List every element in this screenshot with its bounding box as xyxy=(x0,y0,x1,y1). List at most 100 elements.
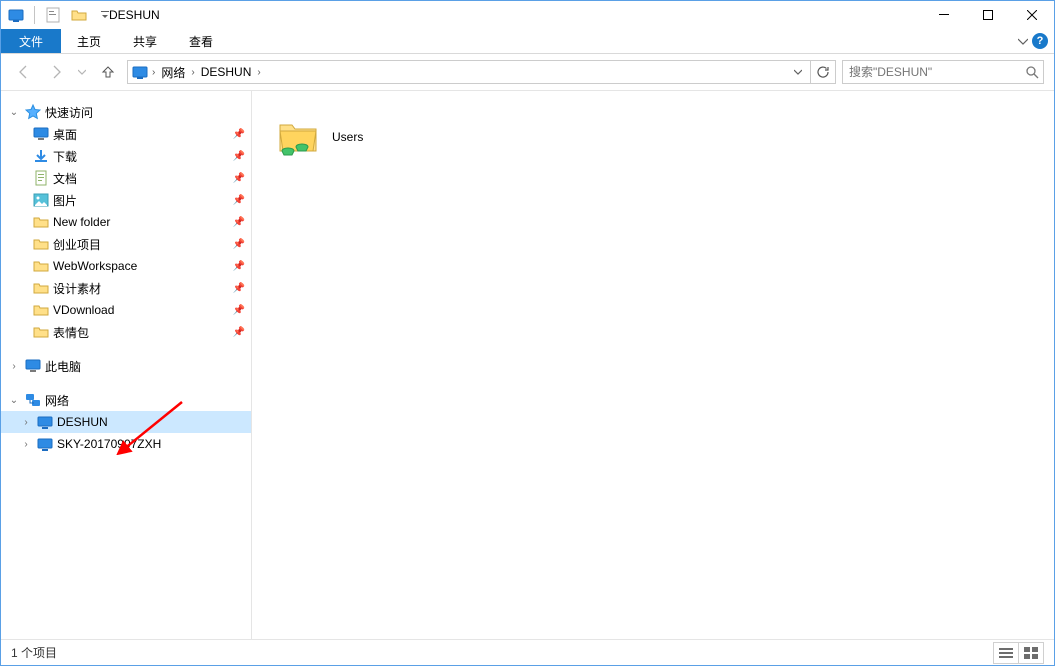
tree-label: WebWorkspace xyxy=(53,259,229,273)
minimize-button[interactable] xyxy=(922,1,966,29)
app-icon xyxy=(5,4,27,26)
pin-icon: 📌 xyxy=(233,283,245,294)
ribbon-home-tab[interactable]: 主页 xyxy=(61,29,117,53)
tree-quick-access-item[interactable]: 创业项目📌 xyxy=(1,233,251,255)
icons-view-button[interactable] xyxy=(1018,642,1044,664)
pin-icon: 📌 xyxy=(233,173,245,184)
content-pane[interactable]: Users xyxy=(252,91,1054,639)
tree-network-root[interactable]: ⌄ 网络 xyxy=(1,389,251,411)
tree-quick-access-item[interactable]: 图片📌 xyxy=(1,189,251,211)
tree-label: VDownload xyxy=(53,303,229,317)
tree-quick-access-item[interactable]: VDownload📌 xyxy=(1,299,251,321)
chevron-right-icon[interactable]: › xyxy=(7,361,21,372)
search-box[interactable] xyxy=(842,60,1044,84)
pin-icon: 📌 xyxy=(233,129,245,140)
tree-label: 网络 xyxy=(45,392,245,409)
ribbon-view-tab[interactable]: 查看 xyxy=(173,29,229,53)
maximize-button[interactable] xyxy=(966,1,1010,29)
network-icon xyxy=(25,392,41,408)
tree-quick-access-item[interactable]: 设计素材 📌 xyxy=(1,277,251,299)
tree-quick-access-item[interactable]: New folder 📌 xyxy=(1,211,251,233)
qat-properties-button[interactable] xyxy=(42,4,64,26)
chevron-down-icon[interactable]: ⌄ xyxy=(7,395,21,406)
tree-quick-access-item[interactable]: WebWorkspace 📌 xyxy=(1,255,251,277)
monitor-icon xyxy=(25,358,41,374)
quick-access-toolbar xyxy=(1,4,116,26)
folder-icon xyxy=(33,302,49,318)
tree-label: New folder xyxy=(53,215,229,229)
tree-quick-access-item[interactable]: 文档📌 xyxy=(1,167,251,189)
tree-label: 图片 xyxy=(53,192,229,209)
ribbon-right: ? xyxy=(1018,29,1054,53)
status-text: 1 个项目 xyxy=(11,644,57,661)
breadcrumb-network[interactable]: 网络 xyxy=(159,64,187,81)
title-bar: DESHUN xyxy=(1,1,1054,29)
close-button[interactable] xyxy=(1010,1,1054,29)
ribbon-share-tab[interactable]: 共享 xyxy=(117,29,173,53)
ribbon-file-tab[interactable]: 文件 xyxy=(1,29,61,53)
tree-this-pc-root[interactable]: › 此电脑 xyxy=(1,355,251,377)
folder-icon xyxy=(33,236,49,252)
nav-forward-button[interactable] xyxy=(43,59,69,85)
help-button[interactable]: ? xyxy=(1032,33,1048,49)
chevron-right-icon[interactable]: › xyxy=(152,67,155,78)
address-bar-right xyxy=(786,61,835,83)
tree-network-group: ⌄ 网络 › DESHUN › SKY-20170907ZXH xyxy=(1,389,251,455)
tree-network-computer[interactable]: › SKY-20170907ZXH xyxy=(1,433,251,455)
search-icon[interactable] xyxy=(1025,65,1039,79)
refresh-button[interactable] xyxy=(811,61,835,83)
documents-icon xyxy=(33,170,49,186)
navigation-pane[interactable]: ⌄ 快速访问 桌面📌下载📌文档📌图片📌New folder📌创业项目📌WebWo… xyxy=(1,91,252,639)
computer-icon xyxy=(37,436,53,452)
chevron-right-icon[interactable]: › xyxy=(257,67,260,78)
pin-icon: 📌 xyxy=(233,217,245,228)
tree-quick-access-root[interactable]: ⌄ 快速访问 xyxy=(1,101,251,123)
desktop-icon xyxy=(33,126,49,142)
folder-icon xyxy=(33,280,49,296)
star-icon xyxy=(25,104,41,120)
tree-label: 设计素材 xyxy=(53,280,229,297)
tree-label: DESHUN xyxy=(57,415,245,429)
nav-row: › 网络 › DESHUN › xyxy=(1,54,1054,90)
tree-label: 快速访问 xyxy=(45,104,245,121)
pin-icon: 📌 xyxy=(233,261,245,272)
tree-label: SKY-20170907ZXH xyxy=(57,437,245,451)
window-title: DESHUN xyxy=(109,8,160,22)
breadcrumb-label: DESHUN xyxy=(201,65,252,79)
computer-icon xyxy=(37,414,53,430)
breadcrumb-deshun[interactable]: DESHUN xyxy=(199,65,254,79)
folder-icon xyxy=(33,324,49,340)
tree-label: 表情包 xyxy=(53,324,229,341)
qat-newfolder-button[interactable] xyxy=(68,4,90,26)
ribbon-tab-label: 主页 xyxy=(77,33,101,50)
nav-history-button[interactable] xyxy=(75,59,89,85)
address-bar[interactable]: › 网络 › DESHUN › xyxy=(127,60,836,84)
chevron-down-icon[interactable]: ⌄ xyxy=(7,107,21,118)
breadcrumb-label: 网络 xyxy=(161,64,185,81)
chevron-right-icon[interactable]: › xyxy=(19,417,33,428)
folder-item-users[interactable]: Users xyxy=(272,109,472,165)
tree-quick-access-item[interactable]: 桌面 📌 xyxy=(1,123,251,145)
ribbon-tab-label: 共享 xyxy=(133,33,157,50)
tree-quick-access-item[interactable]: 下载📌 xyxy=(1,145,251,167)
folder-icon xyxy=(33,258,49,274)
tree-label: 桌面 xyxy=(53,126,229,143)
pin-icon: 📌 xyxy=(233,327,245,338)
ribbon: 文件 主页 共享 查看 ? xyxy=(1,29,1054,54)
tree-label: 此电脑 xyxy=(45,358,245,375)
nav-up-button[interactable] xyxy=(95,59,121,85)
ribbon-expand-button[interactable] xyxy=(1018,36,1028,46)
tree-network-computer[interactable]: › DESHUN xyxy=(1,411,251,433)
chevron-right-icon[interactable]: › xyxy=(19,439,33,450)
window-controls xyxy=(922,1,1054,29)
address-dropdown-button[interactable] xyxy=(786,61,810,83)
tree-this-pc-group: › 此电脑 xyxy=(1,355,251,377)
tree-quick-access-item[interactable]: 表情包 📌 xyxy=(1,321,251,343)
details-view-button[interactable] xyxy=(993,642,1019,664)
tree-label: 下载 xyxy=(53,148,229,165)
downloads-icon xyxy=(33,148,49,164)
nav-back-button[interactable] xyxy=(11,59,37,85)
search-input[interactable] xyxy=(847,64,1007,80)
chevron-right-icon[interactable]: › xyxy=(191,67,194,78)
pictures-icon xyxy=(33,192,49,208)
